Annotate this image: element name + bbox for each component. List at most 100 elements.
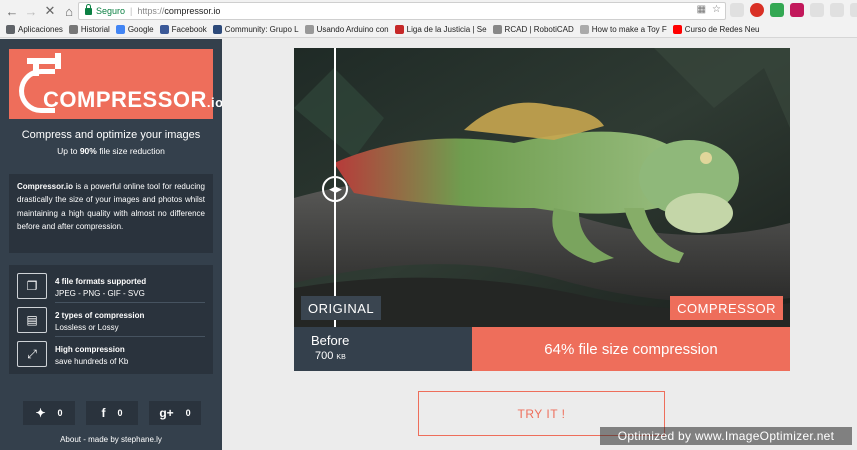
page-icon xyxy=(492,25,502,34)
steam-icon xyxy=(212,25,222,34)
site-icon xyxy=(394,25,404,34)
bookmark-label: Aplicaciones xyxy=(18,25,63,34)
youtube-icon xyxy=(672,25,682,34)
subtagline: Up to 90% file size reduction xyxy=(0,146,222,156)
extension-icon[interactable] xyxy=(810,3,824,17)
stop-loading-icon[interactable]: ✕ xyxy=(43,3,57,18)
subtag-suffix: file size reduction xyxy=(96,146,165,156)
bookmark-label: Liga de la Justicia | Se xyxy=(406,25,487,34)
logo-clamp-stem xyxy=(33,58,39,76)
browser-toolbar: ← → ✕ ⌂ Seguro | https:// compressor.io … xyxy=(0,0,857,22)
bookmark-apps[interactable]: Aplicaciones xyxy=(6,25,63,34)
feature-high-compression: ⤢ High compression save hundreds of Kb xyxy=(9,337,213,371)
bookmark-label: Facebook xyxy=(171,25,207,34)
slider-handle[interactable]: ◀▶ xyxy=(322,176,348,202)
extension-icon[interactable] xyxy=(830,3,844,17)
bookmark-facebook[interactable]: Facebook xyxy=(159,25,207,34)
bookmark-arduino[interactable]: Usando Arduino con xyxy=(304,25,389,34)
page-icon xyxy=(304,25,314,34)
twitter-share-button[interactable]: ✦ 0 xyxy=(23,401,75,425)
back-arrow-icon[interactable]: ← xyxy=(5,4,19,19)
description-panel: Compressor.io is a powerful online tool … xyxy=(9,174,213,253)
facebook-icon: f xyxy=(101,406,106,420)
bookmark-rcad[interactable]: RCAD | RobotiCAD xyxy=(492,25,574,34)
facebook-share-button[interactable]: f 0 xyxy=(86,401,138,425)
files-icon: ❐ xyxy=(17,273,47,299)
history-icon xyxy=(68,25,78,34)
extension-icon[interactable] xyxy=(730,3,744,17)
logo-wordmark: COMPRESSOR xyxy=(43,87,207,112)
original-label: ORIGINAL xyxy=(301,296,382,320)
secure-label: Seguro xyxy=(96,6,126,16)
bookmark-toy[interactable]: How to make a Toy F xyxy=(579,25,667,34)
bookmark-label: Curso de Redes Neu xyxy=(684,25,760,34)
social-buttons: ✦ 0 f 0 g+ 0 xyxy=(23,401,201,425)
sidebar: COMPRESSOR.io Compress and optimize your… xyxy=(0,39,223,450)
lock-icon xyxy=(85,3,92,15)
before-size-unit: KB xyxy=(336,354,346,361)
features-panel: ❐ 4 file formats supported JPEG - PNG - … xyxy=(9,265,213,374)
google-icon xyxy=(115,25,125,34)
bookmark-justice-league[interactable]: Liga de la Justicia | Se xyxy=(394,25,487,34)
description-brand: Compressor.io xyxy=(17,182,74,191)
twitter-count: 0 xyxy=(57,408,63,418)
google-plus-count: 0 xyxy=(185,408,191,418)
address-bar[interactable]: Seguro | https:// compressor.io ▦ ☆ xyxy=(78,2,726,20)
main-content: ◀▶ ORIGINAL COMPRESSOR Before 700 KB 64%… xyxy=(222,39,857,450)
bookmark-history[interactable]: Historial xyxy=(68,25,110,34)
extension-icon[interactable] xyxy=(750,3,764,17)
optimizer-watermark: Optimized by www.ImageOptimizer.net xyxy=(600,427,852,445)
feature-subtitle: save hundreds of Kb xyxy=(55,357,129,366)
feature-compression-types: ▤ 2 types of compression Lossless or Los… xyxy=(9,303,213,337)
bookmark-label: How to make a Toy F xyxy=(591,25,667,34)
extension-icon[interactable] xyxy=(790,3,804,17)
logo-text: COMPRESSOR.io xyxy=(43,87,224,113)
url-separator: | xyxy=(130,6,133,16)
before-size: 700 KB xyxy=(315,350,346,362)
url-host: compressor.io xyxy=(164,6,221,16)
bookmark-community[interactable]: Community: Grupo L xyxy=(212,25,299,34)
before-after-comparison[interactable]: ◀▶ ORIGINAL COMPRESSOR xyxy=(294,48,790,327)
forward-arrow-icon[interactable]: → xyxy=(24,4,38,19)
google-plus-share-button[interactable]: g+ 0 xyxy=(149,401,201,425)
google-plus-icon: g+ xyxy=(159,406,174,420)
before-size-panel: Before 700 KB xyxy=(294,327,472,371)
bookmark-star-icon[interactable]: ☆ xyxy=(712,4,721,15)
feature-formats: ❐ 4 file formats supported JPEG - PNG - … xyxy=(9,269,213,303)
compressor-label: COMPRESSOR xyxy=(670,296,783,320)
bookmark-google[interactable]: Google xyxy=(115,25,154,34)
feature-subtitle: Lossless or Lossy xyxy=(55,323,119,332)
subtag-percent: 90% xyxy=(79,146,97,156)
before-size-value: 700 xyxy=(315,350,334,362)
extension-icon[interactable] xyxy=(850,3,857,17)
apps-grid-icon xyxy=(6,25,15,34)
feature-subtitle: JPEG - PNG - GIF - SVG xyxy=(55,289,145,298)
page-icon xyxy=(579,25,589,34)
extension-icon[interactable] xyxy=(770,3,784,17)
url-scheme: https:// xyxy=(137,6,165,16)
translate-icon[interactable]: ▦ xyxy=(697,4,706,15)
home-icon[interactable]: ⌂ xyxy=(62,4,76,19)
iguana-photo xyxy=(294,48,790,327)
facebook-icon xyxy=(159,25,169,34)
compressor-logo[interactable]: COMPRESSOR.io xyxy=(9,49,223,119)
bookmark-label: Community: Grupo L xyxy=(224,25,299,34)
tagline: Compress and optimize your images xyxy=(21,129,201,141)
logo-clamp-knob xyxy=(55,53,61,69)
bookmark-label: Usando Arduino con xyxy=(316,25,389,34)
feature-title: 2 types of compression xyxy=(55,311,145,320)
compression-result: 64% file size compression xyxy=(472,327,790,371)
compress-arrows-icon: ⤢ xyxy=(17,341,47,367)
feature-title: 4 file formats supported xyxy=(55,277,147,286)
subtag-prefix: Up to xyxy=(57,146,80,156)
image-icon: ▤ xyxy=(17,307,47,333)
feature-title: High compression xyxy=(55,345,125,354)
bookmark-label: Historial xyxy=(80,25,110,34)
bookmark-youtube[interactable]: Curso de Redes Neu xyxy=(672,25,760,34)
footer-about-link[interactable]: About - made by stephane.ly xyxy=(0,435,222,444)
bookmarks-bar: Aplicaciones Historial Google Facebook C… xyxy=(0,22,857,38)
bookmark-label: RCAD | RobotiCAD xyxy=(504,25,574,34)
before-title: Before xyxy=(311,333,350,348)
bookmark-label: Google xyxy=(127,25,154,34)
facebook-count: 0 xyxy=(117,408,123,418)
